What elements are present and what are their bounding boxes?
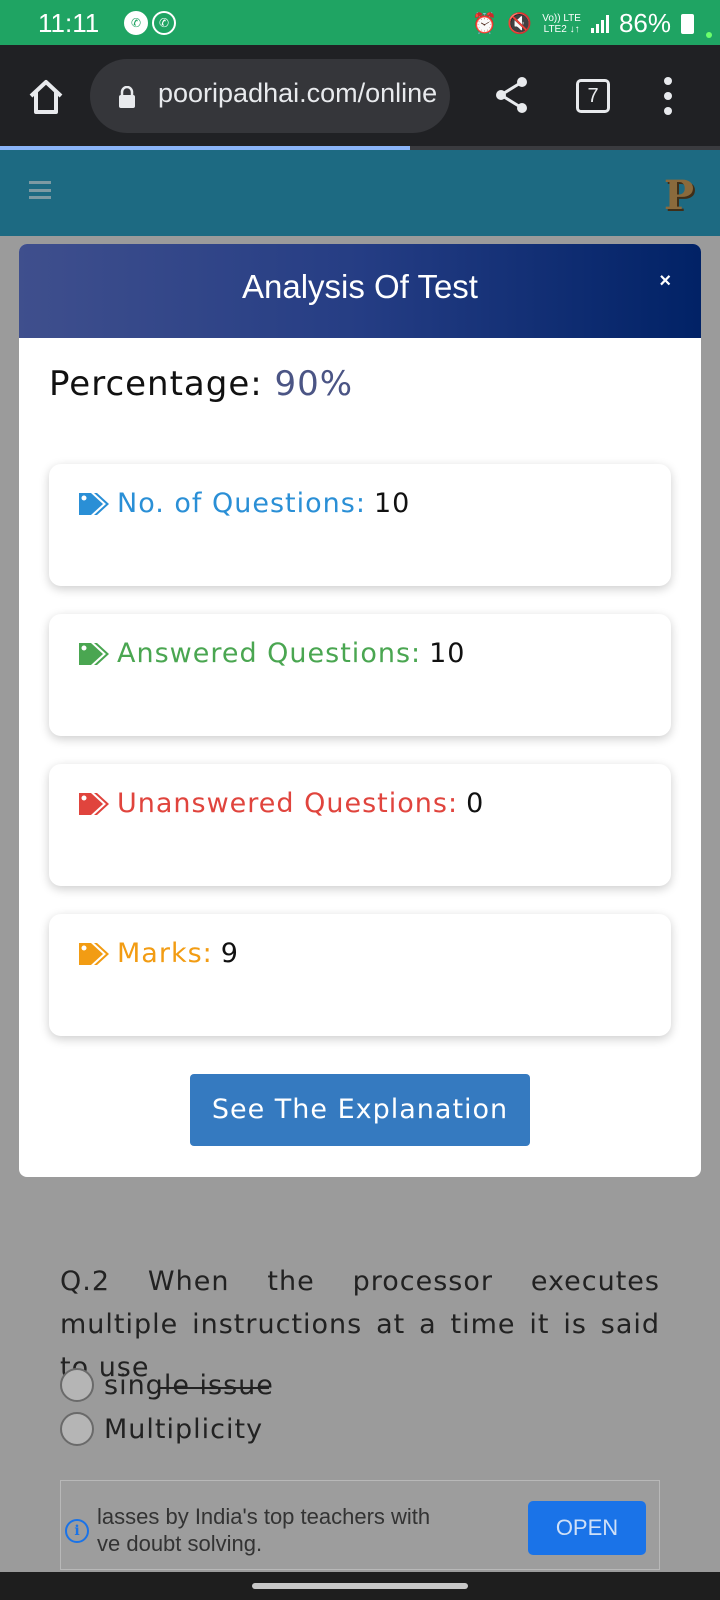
stat-value: 9	[220, 938, 239, 969]
radio-button[interactable]	[60, 1368, 94, 1402]
percentage-row: Percentage: 90%	[49, 364, 353, 404]
tag-icon	[79, 792, 109, 815]
stat-line: Answered Questions: 10	[77, 638, 465, 669]
lte-top-label: Vo)) LTE	[542, 12, 581, 24]
lock-icon	[119, 86, 135, 108]
mute-icon: 🔇	[507, 13, 533, 35]
option-label: Multiplicity	[104, 1413, 264, 1445]
tag-icon	[79, 642, 109, 665]
network-type: Vo)) LTE LTE2 ↓↑	[542, 13, 581, 35]
lte-bottom-label: LTE2 ↓↑	[543, 23, 580, 35]
ad-text: lasses by India's top teachers with ve d…	[97, 1503, 430, 1557]
stat-label: Answered Questions:	[117, 638, 422, 669]
analysis-modal: Analysis Of Test × Percentage: 90% No. o…	[19, 244, 701, 1177]
stat-card-questions: No. of Questions: 10	[49, 464, 671, 586]
close-button[interactable]: ×	[659, 270, 671, 293]
stat-value: 10	[373, 488, 411, 519]
option-label: single issue	[104, 1369, 274, 1401]
percentage-value: 90%	[274, 364, 354, 404]
option-single-issue[interactable]: single issue	[60, 1368, 274, 1402]
home-icon	[29, 80, 63, 114]
modal-title: Analysis Of Test	[242, 268, 478, 305]
stat-value: 10	[429, 638, 466, 669]
status-bar: 11:11 ✆ ✆ ⏰ 🔇 Vo)) LTE LTE2 ↓↑ 86%	[0, 0, 720, 45]
ad-open-button[interactable]: OPEN	[528, 1501, 646, 1555]
stat-label: No. of Questions:	[117, 488, 366, 519]
more-options-icon[interactable]	[660, 77, 676, 115]
ad-line-2: ve doubt solving.	[97, 1531, 263, 1556]
stat-line: No. of Questions: 10	[77, 488, 410, 519]
stat-line: Unanswered Questions: 0	[77, 788, 484, 819]
phone-icon: ✆	[124, 11, 148, 35]
stat-card-answered: Answered Questions: 10	[49, 614, 671, 736]
url-text: pooripadhai.com/online	[158, 78, 438, 108]
signal-icon	[590, 14, 609, 33]
alarm-icon: ⏰	[472, 13, 498, 35]
stat-card-unanswered: Unanswered Questions: 0	[49, 764, 671, 886]
address-bar[interactable]: pooripadhai.com/online	[90, 59, 450, 133]
battery-icon	[681, 13, 694, 34]
stat-value: 0	[466, 788, 485, 819]
system-icons: ⏰ 🔇 Vo)) LTE LTE2 ↓↑ 86%	[472, 8, 694, 39]
notification-icons: ✆ ✆	[124, 11, 176, 35]
tab-switcher-button[interactable]: 7	[576, 79, 610, 113]
stat-label: Marks:	[117, 938, 213, 969]
system-nav-bar	[0, 1572, 720, 1600]
tag-icon	[79, 492, 109, 515]
site-logo[interactable]: P	[664, 172, 694, 219]
option-multiplicity[interactable]: Multiplicity	[60, 1412, 263, 1446]
status-time: 11:11	[38, 8, 100, 38]
home-button[interactable]	[26, 77, 66, 117]
tag-icon	[79, 942, 109, 965]
share-icon	[496, 77, 527, 113]
share-button[interactable]	[494, 75, 530, 115]
see-explanation-button[interactable]: See The Explanation	[190, 1074, 530, 1146]
percentage-label: Percentage:	[49, 364, 263, 404]
hamburger-menu-icon[interactable]	[29, 181, 51, 199]
modal-header: Analysis Of Test ×	[19, 244, 701, 338]
site-header: P	[0, 150, 720, 236]
gesture-handle[interactable]	[252, 1583, 468, 1589]
stat-label: Unanswered Questions:	[117, 788, 459, 819]
ad-banner[interactable]: i lasses by India's top teachers with ve…	[60, 1480, 660, 1570]
ad-line-1: lasses by India's top teachers with	[97, 1504, 431, 1529]
stat-card-marks: Marks: 9	[49, 914, 671, 1036]
whatsapp-icon: ✆	[152, 11, 176, 35]
question-label: Q.2 When the processor executes multiple…	[60, 1266, 660, 1383]
battery-percent: 86%	[618, 8, 671, 38]
info-icon[interactable]: i	[65, 1519, 89, 1543]
stat-line: Marks: 9	[77, 938, 239, 969]
browser-toolbar: pooripadhai.com/online 7	[0, 45, 720, 146]
radio-button[interactable]	[60, 1412, 94, 1446]
privacy-indicator	[706, 32, 712, 38]
